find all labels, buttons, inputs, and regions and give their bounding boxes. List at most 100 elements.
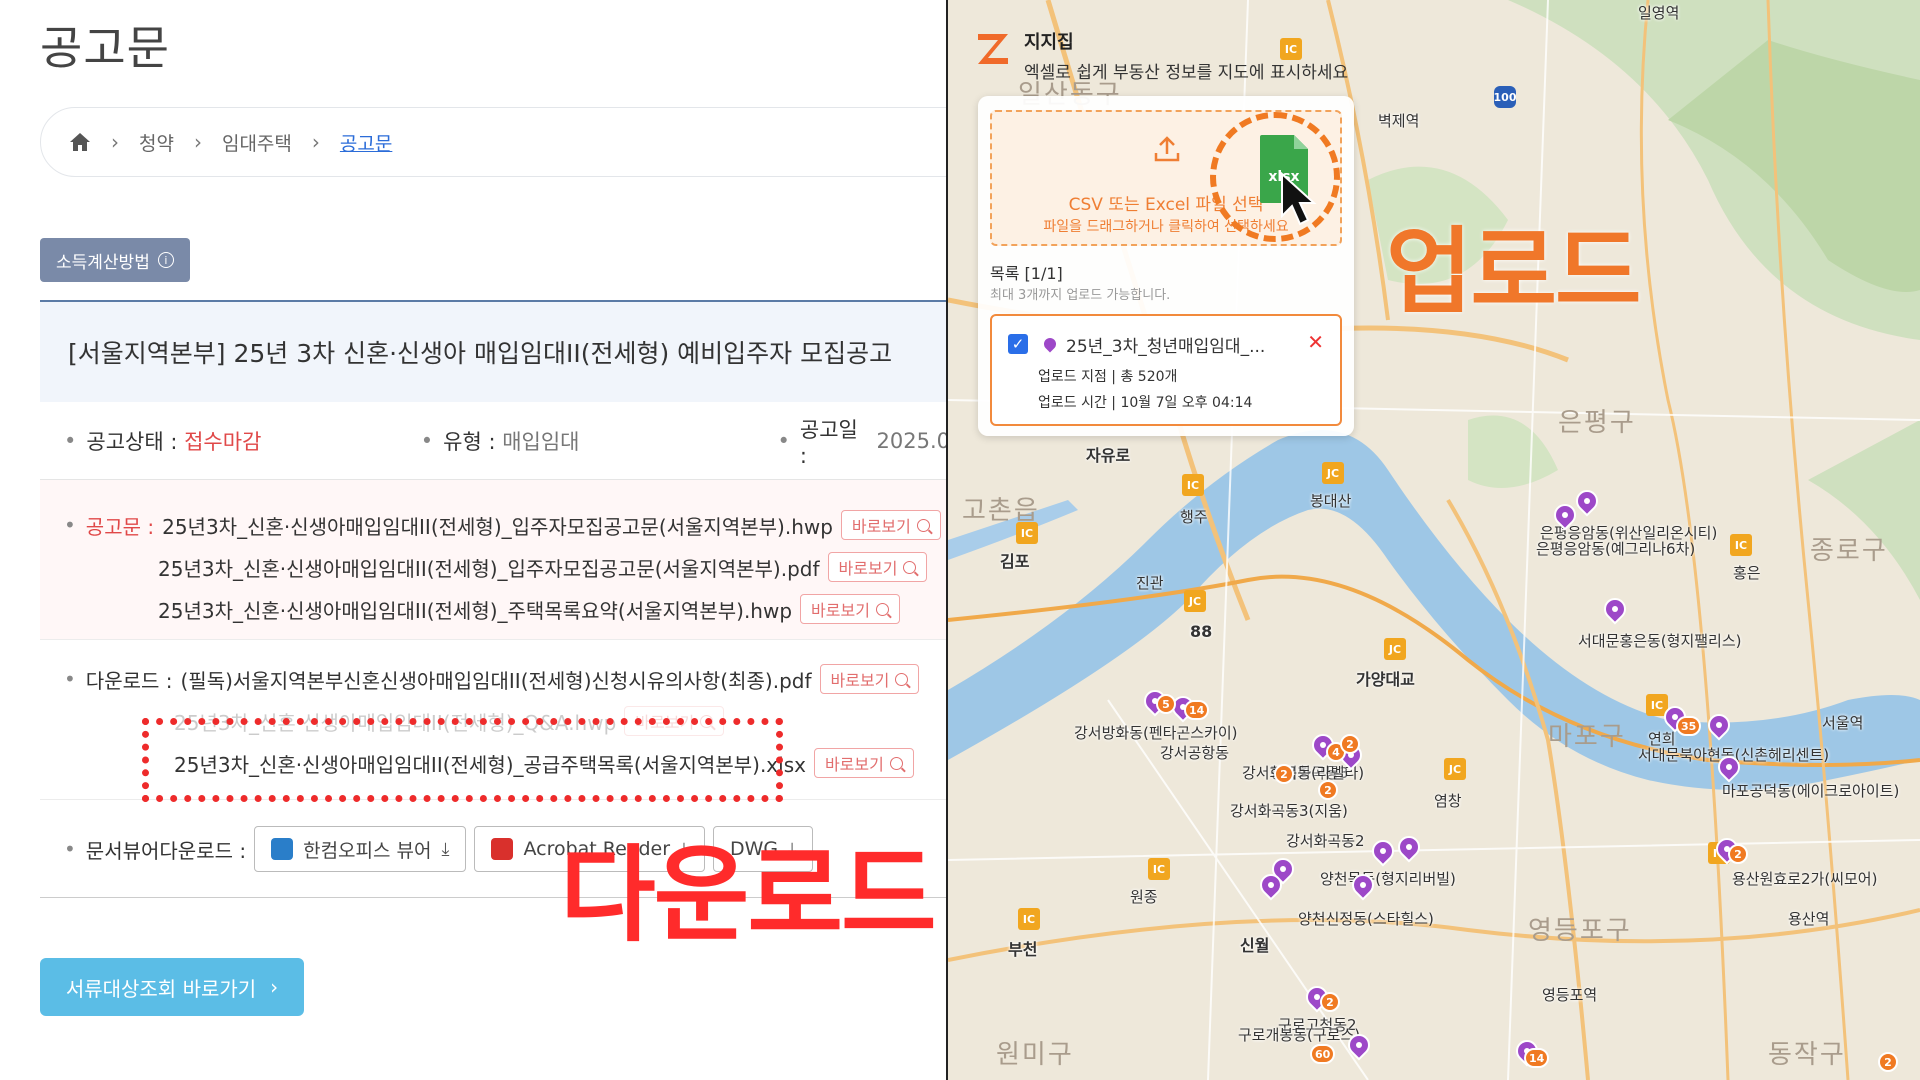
- bullet-icon: •: [64, 667, 76, 691]
- file-link[interactable]: 25년3차_신혼·신생아매입임대II(전세형)_입주자모집공고문(서울지역본부)…: [162, 511, 833, 540]
- breadcrumb-current[interactable]: 공고문: [340, 129, 392, 156]
- chevron-right-icon: ›: [270, 975, 279, 999]
- breadcrumb: › 청약 › 임대주택 › 공고문: [40, 107, 946, 177]
- remove-file-icon[interactable]: ✕: [1307, 330, 1324, 354]
- ic-badge: JC: [1384, 638, 1406, 660]
- view-button[interactable]: 바로보기: [840, 510, 941, 540]
- bullet-icon: •: [64, 837, 76, 861]
- hancom-viewer-button[interactable]: 한컴오피스 뷰어 ⤓: [254, 826, 467, 872]
- app-header: 지지집 엑셀로 쉽게 부동산 정보를 지도에 표시하세요: [974, 28, 1348, 83]
- file-link[interactable]: (필독)서울지역본부신혼신생아매입임대II(전세형)신청시유의사항(최종).pd…: [181, 665, 812, 694]
- document-check-button[interactable]: 서류대상조회 바로가기 ›: [40, 958, 304, 1016]
- zoom-icon: [895, 672, 909, 686]
- highlight-dotted-box: [142, 718, 783, 802]
- file-link[interactable]: 25년3차_신혼·신생아매입임대II(전세형)_입주자모집공고문(서울지역본부)…: [158, 553, 820, 582]
- download-files-label: 다운로드 :: [85, 668, 173, 693]
- cluster-marker[interactable]: 2: [1274, 764, 1294, 784]
- map-label: 용산역: [1788, 910, 1830, 928]
- ic-badge: IC: [1018, 908, 1040, 930]
- map-label: 영등포구: [1528, 916, 1632, 946]
- bullet-icon: •: [64, 428, 77, 453]
- ic-badge: JC: [1444, 758, 1466, 780]
- notice-files-section: • 공고문 : 25년3차_신혼·신생아매입임대II(전세형)_입주자모집공고문…: [40, 480, 946, 640]
- place-label: 강서공항동: [1160, 744, 1230, 762]
- map-label: 종로구: [1810, 536, 1888, 566]
- app-title-block: 지지집 엑셀로 쉽게 부동산 정보를 지도에 표시하세요: [1024, 28, 1348, 83]
- map-label: 은평구: [1558, 408, 1636, 438]
- view-button-label: 바로보기: [811, 601, 870, 620]
- map-label: 신월: [1240, 936, 1270, 955]
- zoom-icon: [903, 560, 917, 574]
- cluster-marker[interactable]: 2: [1878, 1052, 1898, 1072]
- cluster-marker[interactable]: 60: [1310, 1044, 1336, 1064]
- place-label: 양천신정동(스타힐스): [1298, 910, 1434, 928]
- notice-file-row: 25년3차_신혼·신생아매입임대II(전세형)_입주자모집공고문(서울지역본부)…: [158, 552, 928, 582]
- bullet-icon: •: [777, 428, 790, 453]
- map-label: 염창: [1434, 792, 1462, 810]
- map-label: 부천: [1008, 940, 1038, 959]
- notice-file-row: 25년3차_신혼·신생아매입임대II(전세형)_주택목록요약(서울지역본부).h…: [158, 594, 900, 624]
- cluster-marker[interactable]: 14: [1184, 700, 1210, 720]
- map-label: 서울역: [1822, 714, 1864, 732]
- income-calc-button[interactable]: 소득계산방법 i: [40, 238, 190, 282]
- map-label: 동작구: [1768, 1040, 1846, 1070]
- upload-overlay-text: 업로드: [1386, 218, 1641, 327]
- map-label: 가양대교: [1356, 670, 1415, 689]
- meta-type: • 유형 : 매입임대: [397, 426, 754, 456]
- ic-badge: IC: [1016, 522, 1038, 544]
- file-link[interactable]: 25년3차_신혼·신생아매입임대II(전세형)_주택목록요약(서울지역본부).h…: [158, 595, 792, 624]
- meta-date: • 공고일 : 2025.0: [754, 414, 947, 468]
- view-button[interactable]: 바로보기: [800, 594, 900, 624]
- file-checkbox[interactable]: ✓: [1008, 334, 1028, 354]
- home-icon[interactable]: [69, 132, 91, 152]
- uploaded-file-card[interactable]: ✓ 25년_3차_청년매입임대_... ✕ 업로드 지점 | 총 520개 업로…: [990, 314, 1342, 426]
- breadcrumb-item-apply[interactable]: 청약: [139, 129, 174, 156]
- date-value: 2025.0: [876, 428, 946, 453]
- zigzip-logo-icon: [978, 34, 1008, 64]
- view-button[interactable]: 바로보기: [813, 748, 914, 778]
- uploaded-file-name: 25년_3차_청년매입임대_...: [1066, 337, 1266, 357]
- upload-icon: [1154, 136, 1180, 162]
- file-list-hint: 최대 3개까지 업로드 가능합니다.: [990, 288, 1171, 303]
- cluster-marker[interactable]: 14: [1524, 1048, 1550, 1068]
- map-label: 봉대산: [1310, 492, 1352, 510]
- place-label: 서대문홍은동(형지팰리스): [1578, 632, 1742, 650]
- bullet-icon: •: [64, 513, 76, 537]
- place-label: 마포공덕동(에이크로아이트): [1722, 782, 1900, 800]
- info-icon: i: [157, 252, 174, 268]
- pin-icon: [1041, 335, 1059, 353]
- chevron-right-icon: ›: [193, 130, 202, 154]
- map-app[interactable]: 일산동구 일영역 벽제역 자유로 봉대산 행주 김포 고촌읍 진관 가양대교 마…: [948, 0, 1920, 1080]
- map-label: 원종: [1130, 888, 1158, 906]
- route-label: 88: [1190, 622, 1213, 641]
- cluster-marker[interactable]: 2: [1340, 734, 1360, 754]
- ic-badge: JC: [1184, 590, 1206, 612]
- cluster-marker[interactable]: 2: [1728, 844, 1748, 864]
- view-button-label: 바로보기: [824, 755, 884, 774]
- view-button[interactable]: 바로보기: [827, 552, 928, 582]
- uploaded-file-time: 업로드 시간 | 10월 7일 오후 04:14: [1038, 395, 1253, 411]
- breadcrumb-item-rental[interactable]: 임대주택: [222, 129, 292, 156]
- cluster-marker[interactable]: 5: [1156, 694, 1176, 714]
- zoom-icon: [889, 756, 903, 770]
- hancom-icon: [271, 838, 294, 860]
- lh-notice-page: 공고문 › 청약 › 임대주택 › 공고문 소득계산방법 i [서울지역본부] …: [0, 0, 946, 1080]
- view-button[interactable]: 바로보기: [819, 664, 920, 694]
- document-check-label: 서류대상조회 바로가기: [65, 976, 257, 1001]
- place-label: 강서화곡동2: [1286, 832, 1365, 850]
- ic-badge: JC: [1322, 462, 1344, 484]
- cluster-marker[interactable]: 2: [1320, 992, 1340, 1012]
- place-label: 은평응암동(예그리나6차): [1536, 540, 1696, 558]
- highway-shield: 100: [1494, 86, 1516, 108]
- download-icon: ⤓: [441, 838, 450, 860]
- cluster-marker[interactable]: 35: [1676, 716, 1702, 736]
- file-list-title: 목록 [1/1]: [990, 264, 1063, 283]
- notice-file-row: • 공고문 : 25년3차_신혼·신생아매입임대II(전세형)_입주자모집공고문…: [64, 510, 941, 540]
- cluster-marker[interactable]: 2: [1318, 780, 1338, 800]
- zoom-icon: [875, 602, 889, 616]
- notice-title-text: [서울지역본부] 25년 3차 신혼·신생아 매입임대II(전세형) 예비입주자…: [68, 339, 893, 368]
- map-label: 마포구: [1548, 722, 1626, 752]
- map-label: 진관: [1136, 574, 1164, 592]
- status-value: 접수마감: [184, 429, 262, 454]
- download-overlay-text: 다운로드: [560, 834, 937, 956]
